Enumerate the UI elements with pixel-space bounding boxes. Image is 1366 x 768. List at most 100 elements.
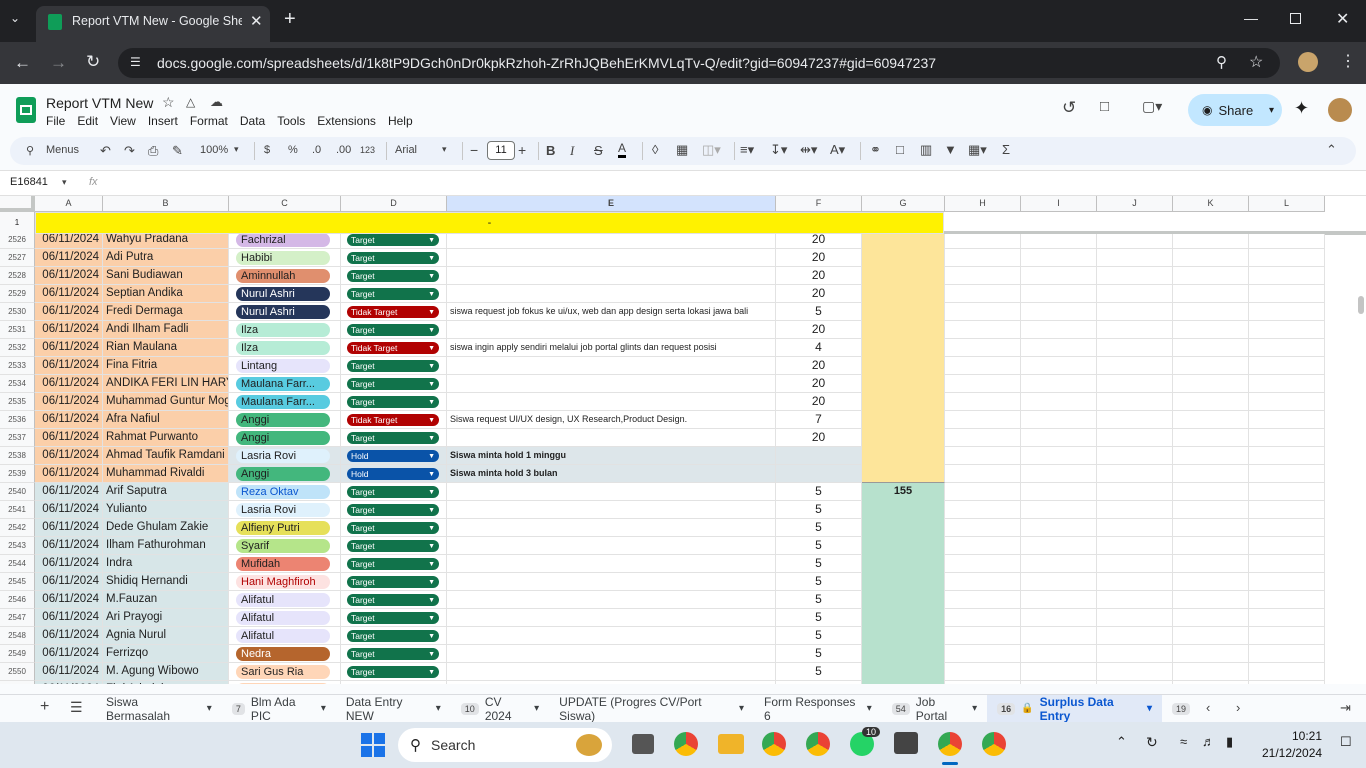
store-icon[interactable] [894,732,918,754]
text-rotate-icon[interactable]: A▾ [830,142,845,158]
horizontal-align-icon[interactable]: ≡▾ [740,142,754,158]
empty-cell[interactable] [1173,429,1249,447]
target-cell[interactable]: 5 [776,573,862,591]
empty-cell[interactable] [1097,627,1173,645]
status-cell[interactable]: Target ▼ [341,393,447,411]
note-cell[interactable] [447,663,776,681]
empty-cell[interactable] [945,663,1021,681]
status-cell[interactable]: Tidak Target ▼ [341,339,447,357]
empty-cell[interactable] [1097,339,1173,357]
empty-cell[interactable] [1097,537,1173,555]
pic-cell[interactable]: Sari Gus Ria [229,663,341,681]
target-cell[interactable]: 20 [776,285,862,303]
document-title[interactable]: Report VTM New [46,95,153,111]
note-cell[interactable]: siswa ingin apply sendiri melalui job po… [447,339,776,357]
column-header-g[interactable]: G [862,196,945,212]
empty-cell[interactable] [1249,501,1325,519]
empty-cell[interactable] [1097,357,1173,375]
empty-cell[interactable] [945,429,1021,447]
pic-chip[interactable]: Alfieny Putri [236,521,330,535]
tab-close-icon[interactable]: ✕ [250,12,263,30]
menu-help[interactable]: Help [382,114,419,128]
row-number[interactable]: 2550 [0,663,35,681]
date-cell[interactable]: 06/11/2024 [35,591,103,609]
empty-cell[interactable] [1249,519,1325,537]
pic-chip[interactable]: Nurul Ashri [236,287,330,301]
pic-chip[interactable]: Hani Maghfiroh [236,575,330,589]
print-icon[interactable]: ⎙ [148,143,158,159]
vertical-align-icon[interactable]: ↧▾ [770,142,787,158]
status-dropdown[interactable]: Target ▼ [347,234,439,246]
sheet-tab[interactable]: 10 CV 2024 ▾ [451,695,549,722]
empty-cell[interactable] [1021,411,1097,429]
pic-cell[interactable]: Nurul Ashri [229,303,341,321]
menu-data[interactable]: Data [234,114,271,128]
note-cell[interactable] [447,519,776,537]
merged-total-cell-upper[interactable] [862,234,945,483]
empty-cell[interactable] [1097,267,1173,285]
empty-cell[interactable] [1173,357,1249,375]
row-number[interactable]: 2529 [0,285,35,303]
empty-cell[interactable] [1249,681,1325,684]
empty-cell[interactable] [1173,447,1249,465]
target-cell[interactable]: 4 [776,339,862,357]
name-cell[interactable]: Yulianto [103,501,229,519]
site-info-icon[interactable]: ☰ [130,55,141,69]
empty-cell[interactable] [1021,483,1097,501]
empty-cell[interactable] [1021,321,1097,339]
status-cell[interactable]: Tidak Target ▼ [341,411,447,429]
target-cell[interactable]: 5 [776,591,862,609]
row-number[interactable]: 2539 [0,465,35,483]
italic-icon[interactable]: I [570,143,574,159]
pic-cell[interactable]: Hani Maghfiroh [229,573,341,591]
empty-cell[interactable] [1097,447,1173,465]
empty-cell[interactable] [1021,234,1097,249]
pic-cell[interactable]: Alfieny Putri [229,519,341,537]
pic-chip[interactable]: Maulana Farr... [236,395,330,409]
date-cell[interactable]: 06/11/2024 [35,429,103,447]
forward-icon[interactable]: → [50,53,67,73]
empty-cell[interactable] [1097,663,1173,681]
status-dropdown[interactable]: Target ▼ [347,630,439,642]
row-number[interactable]: 2538 [0,447,35,465]
pic-cell[interactable]: Anggi [229,465,341,483]
date-cell[interactable]: 06/11/2024 [35,303,103,321]
note-cell[interactable]: Siswa minta hold 3 bulan [447,465,776,483]
empty-cell[interactable] [1021,249,1097,267]
note-cell[interactable] [447,681,776,684]
restore-icon[interactable] [1290,13,1301,24]
status-dropdown[interactable]: Target ▼ [347,270,439,282]
status-cell[interactable]: Target ▼ [341,483,447,501]
name-cell[interactable]: Adi Putra [103,249,229,267]
sheet-tab[interactable]: 54 Job Portal ▾ [882,695,987,722]
empty-cell[interactable] [1097,465,1173,483]
empty-cell[interactable] [1097,609,1173,627]
empty-cell[interactable] [945,645,1021,663]
menu-insert[interactable]: Insert [142,114,184,128]
tray-app-icon[interactable]: ↻ [1146,734,1158,751]
date-cell[interactable]: 06/11/2024 [35,411,103,429]
target-cell[interactable]: 5 [776,537,862,555]
pic-cell[interactable]: Alifatul [229,609,341,627]
name-cell[interactable]: M. Agung Wibowo [103,663,229,681]
empty-cell[interactable] [1021,429,1097,447]
pic-chip[interactable]: Alifatul [236,629,330,643]
pic-chip[interactable]: Lintang [236,359,330,373]
target-cell[interactable]: 5 [776,501,862,519]
empty-cell[interactable] [1097,411,1173,429]
pic-chip[interactable]: Maulana Farr... [236,377,330,391]
status-cell[interactable]: Target ▼ [341,249,447,267]
empty-cell[interactable] [945,357,1021,375]
note-cell[interactable] [447,537,776,555]
empty-cell[interactable] [1173,483,1249,501]
empty-cell[interactable] [1249,357,1325,375]
empty-cell[interactable] [1097,375,1173,393]
date-cell[interactable]: 06/11/2024 [35,339,103,357]
empty-cell[interactable] [945,483,1021,501]
strikethrough-icon[interactable]: S [594,143,603,158]
empty-cell[interactable] [1249,267,1325,285]
row-number[interactable]: 2543 [0,537,35,555]
name-cell[interactable]: Ahmad Taufik Ramdani [103,447,229,465]
date-cell[interactable]: 06/11/2024 [35,321,103,339]
note-cell[interactable] [447,555,776,573]
